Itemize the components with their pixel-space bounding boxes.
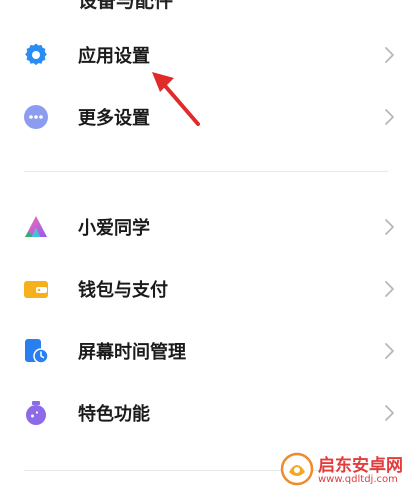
settings-item-label: 特色功能: [78, 404, 150, 425]
chevron-right-icon: [385, 281, 394, 297]
settings-item-wallet[interactable]: 钱包与支付: [0, 259, 411, 319]
watermark-url: www.qdltdj.com: [318, 474, 398, 485]
more-dots-icon: [24, 105, 48, 129]
settings-item-label: 应用设置: [78, 46, 150, 67]
settings-item-xiaoai[interactable]: 小爱同学: [0, 197, 411, 257]
watermark-logo-icon: [280, 452, 314, 486]
settings-item-label: 屏幕时间管理: [78, 342, 186, 363]
chevron-right-icon: [385, 47, 394, 63]
annotation-arrow-icon: [152, 72, 200, 126]
partial-settings-item[interactable]: 设备与配件: [78, 0, 173, 13]
settings-item-label: 钱包与支付: [78, 280, 168, 301]
gear-icon: [25, 43, 47, 66]
chevron-right-icon: [385, 405, 394, 421]
xiaoai-icon: [25, 216, 47, 237]
wallet-icon: [24, 281, 48, 298]
settings-item-label: 更多设置: [78, 108, 150, 129]
settings-page: 设备与配件 应用设置 更多设置 小爱同学 钱包与支付 屏幕时间管理 特色功能 启…: [0, 0, 411, 495]
watermark-name: 启东安卓网: [318, 456, 403, 476]
watermark: 启东安卓网 www.qdltdj.com: [280, 448, 408, 492]
settings-item-screen-time[interactable]: 屏幕时间管理: [0, 321, 411, 381]
chevron-right-icon: [385, 219, 394, 235]
chevron-right-icon: [385, 109, 394, 125]
settings-item-special-features[interactable]: 特色功能: [0, 383, 411, 443]
special-feature-icon: [26, 401, 46, 425]
section-divider: [24, 171, 388, 172]
screen-time-icon: [25, 339, 49, 364]
chevron-right-icon: [385, 343, 394, 359]
settings-item-label: 小爱同学: [78, 218, 150, 239]
